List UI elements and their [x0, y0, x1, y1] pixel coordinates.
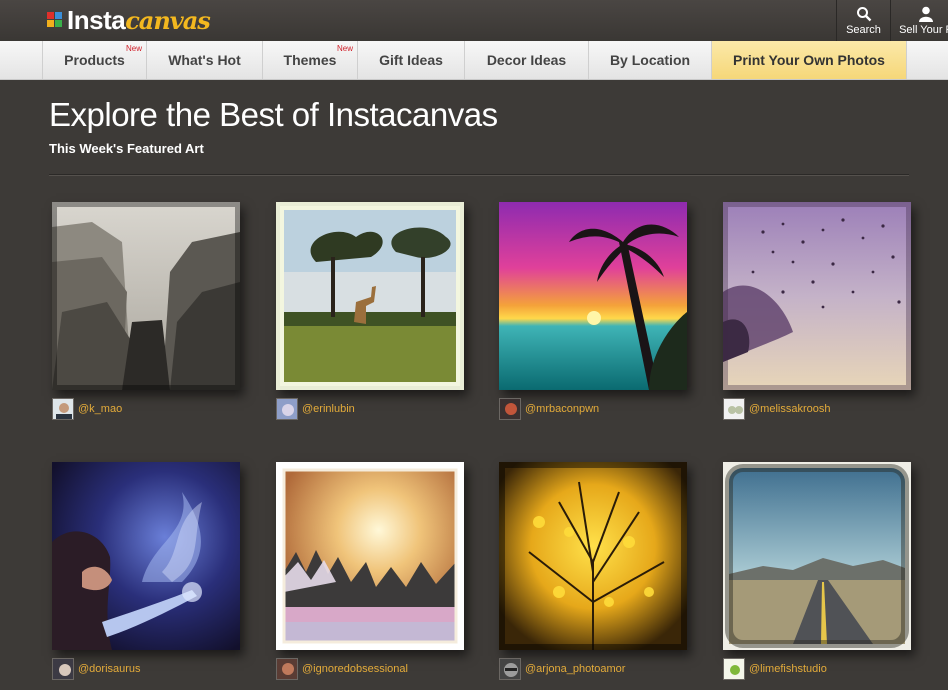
user-icon: [919, 6, 933, 22]
nav-item-themes[interactable]: Themes New: [262, 41, 357, 79]
artist-username[interactable]: @melissakroosh: [749, 403, 830, 415]
avatar[interactable]: [52, 398, 74, 420]
artist-credit[interactable]: @arjona_photoamor: [499, 658, 709, 680]
avatar[interactable]: [499, 398, 521, 420]
nav-item-by-location[interactable]: By Location: [588, 41, 711, 79]
artwork-thumbnail[interactable]: [499, 462, 687, 650]
main-nav: Products New What's Hot Themes New Gift …: [0, 41, 948, 80]
page-subtitle: This Week's Featured Art: [49, 141, 204, 156]
artist-username[interactable]: @mrbaconpwn: [525, 403, 599, 415]
nav-item-label: What's Hot: [168, 52, 241, 68]
nav-item-print-your-own-photos[interactable]: Print Your Own Photos: [711, 41, 907, 79]
search-button[interactable]: Search: [836, 0, 890, 41]
nav-item-label: Print Your Own Photos: [733, 52, 885, 68]
artist-credit[interactable]: @k_mao: [52, 398, 262, 420]
top-bar: Insta canvas Search Sell Your P: [0, 0, 948, 41]
artist-username[interactable]: @arjona_photoamor: [525, 663, 625, 675]
heading-divider: [49, 174, 909, 175]
nav-item-label: By Location: [609, 52, 691, 68]
artist-username[interactable]: @limefishstudio: [749, 663, 827, 675]
artist-credit[interactable]: @limefishstudio: [723, 658, 933, 680]
artwork-thumbnail[interactable]: [52, 462, 240, 650]
artwork-thumbnail[interactable]: [276, 462, 464, 650]
avatar[interactable]: [499, 658, 521, 680]
avatar[interactable]: [276, 398, 298, 420]
artwork-thumbnail[interactable]: [499, 202, 687, 390]
artwork-thumbnail[interactable]: [723, 462, 911, 650]
instacanvas-logo[interactable]: Insta canvas: [47, 4, 211, 35]
artist-credit[interactable]: @dorisaurus: [52, 658, 262, 680]
artwork-thumbnail[interactable]: [52, 202, 240, 390]
artwork-thumbnail[interactable]: [276, 202, 464, 390]
nav-item-decor-ideas[interactable]: Decor Ideas: [464, 41, 588, 79]
artist-credit[interactable]: @mrbaconpwn: [499, 398, 709, 420]
artist-credit[interactable]: @erinlubin: [276, 398, 486, 420]
nav-item-products[interactable]: Products New: [42, 41, 146, 79]
avatar[interactable]: [276, 658, 298, 680]
artist-credit[interactable]: @ignoredobsessional: [276, 658, 486, 680]
avatar[interactable]: [52, 658, 74, 680]
sell-label: Sell Your P: [899, 23, 948, 36]
logo-text-insta: Insta: [67, 4, 126, 35]
nav-item-label: Decor Ideas: [486, 52, 567, 68]
nav-item-gift-ideas[interactable]: Gift Ideas: [357, 41, 464, 79]
artist-credit[interactable]: @melissakroosh: [723, 398, 933, 420]
artist-username[interactable]: @erinlubin: [302, 403, 355, 415]
search-icon: [856, 6, 871, 21]
avatar[interactable]: [723, 398, 745, 420]
new-badge: New: [125, 44, 142, 53]
logo-text-canvas: canvas: [125, 5, 211, 35]
nav-item-label: Products: [64, 52, 125, 68]
page-title: Explore the Best of Instacanvas: [49, 96, 498, 133]
artist-username[interactable]: @ignoredobsessional: [302, 663, 408, 675]
nav-item-label: Themes: [283, 52, 337, 68]
artwork-thumbnail[interactable]: [723, 202, 911, 390]
nav-item-whats-hot[interactable]: What's Hot: [146, 41, 262, 79]
nav-item-label: Gift Ideas: [379, 52, 443, 68]
avatar[interactable]: [723, 658, 745, 680]
new-badge: New: [336, 44, 353, 53]
logo-squares-icon: [47, 12, 63, 28]
artist-username[interactable]: @dorisaurus: [78, 663, 141, 675]
sell-your-photos-button[interactable]: Sell Your P: [890, 0, 948, 41]
search-label: Search: [846, 23, 881, 36]
artist-username[interactable]: @k_mao: [78, 403, 122, 415]
